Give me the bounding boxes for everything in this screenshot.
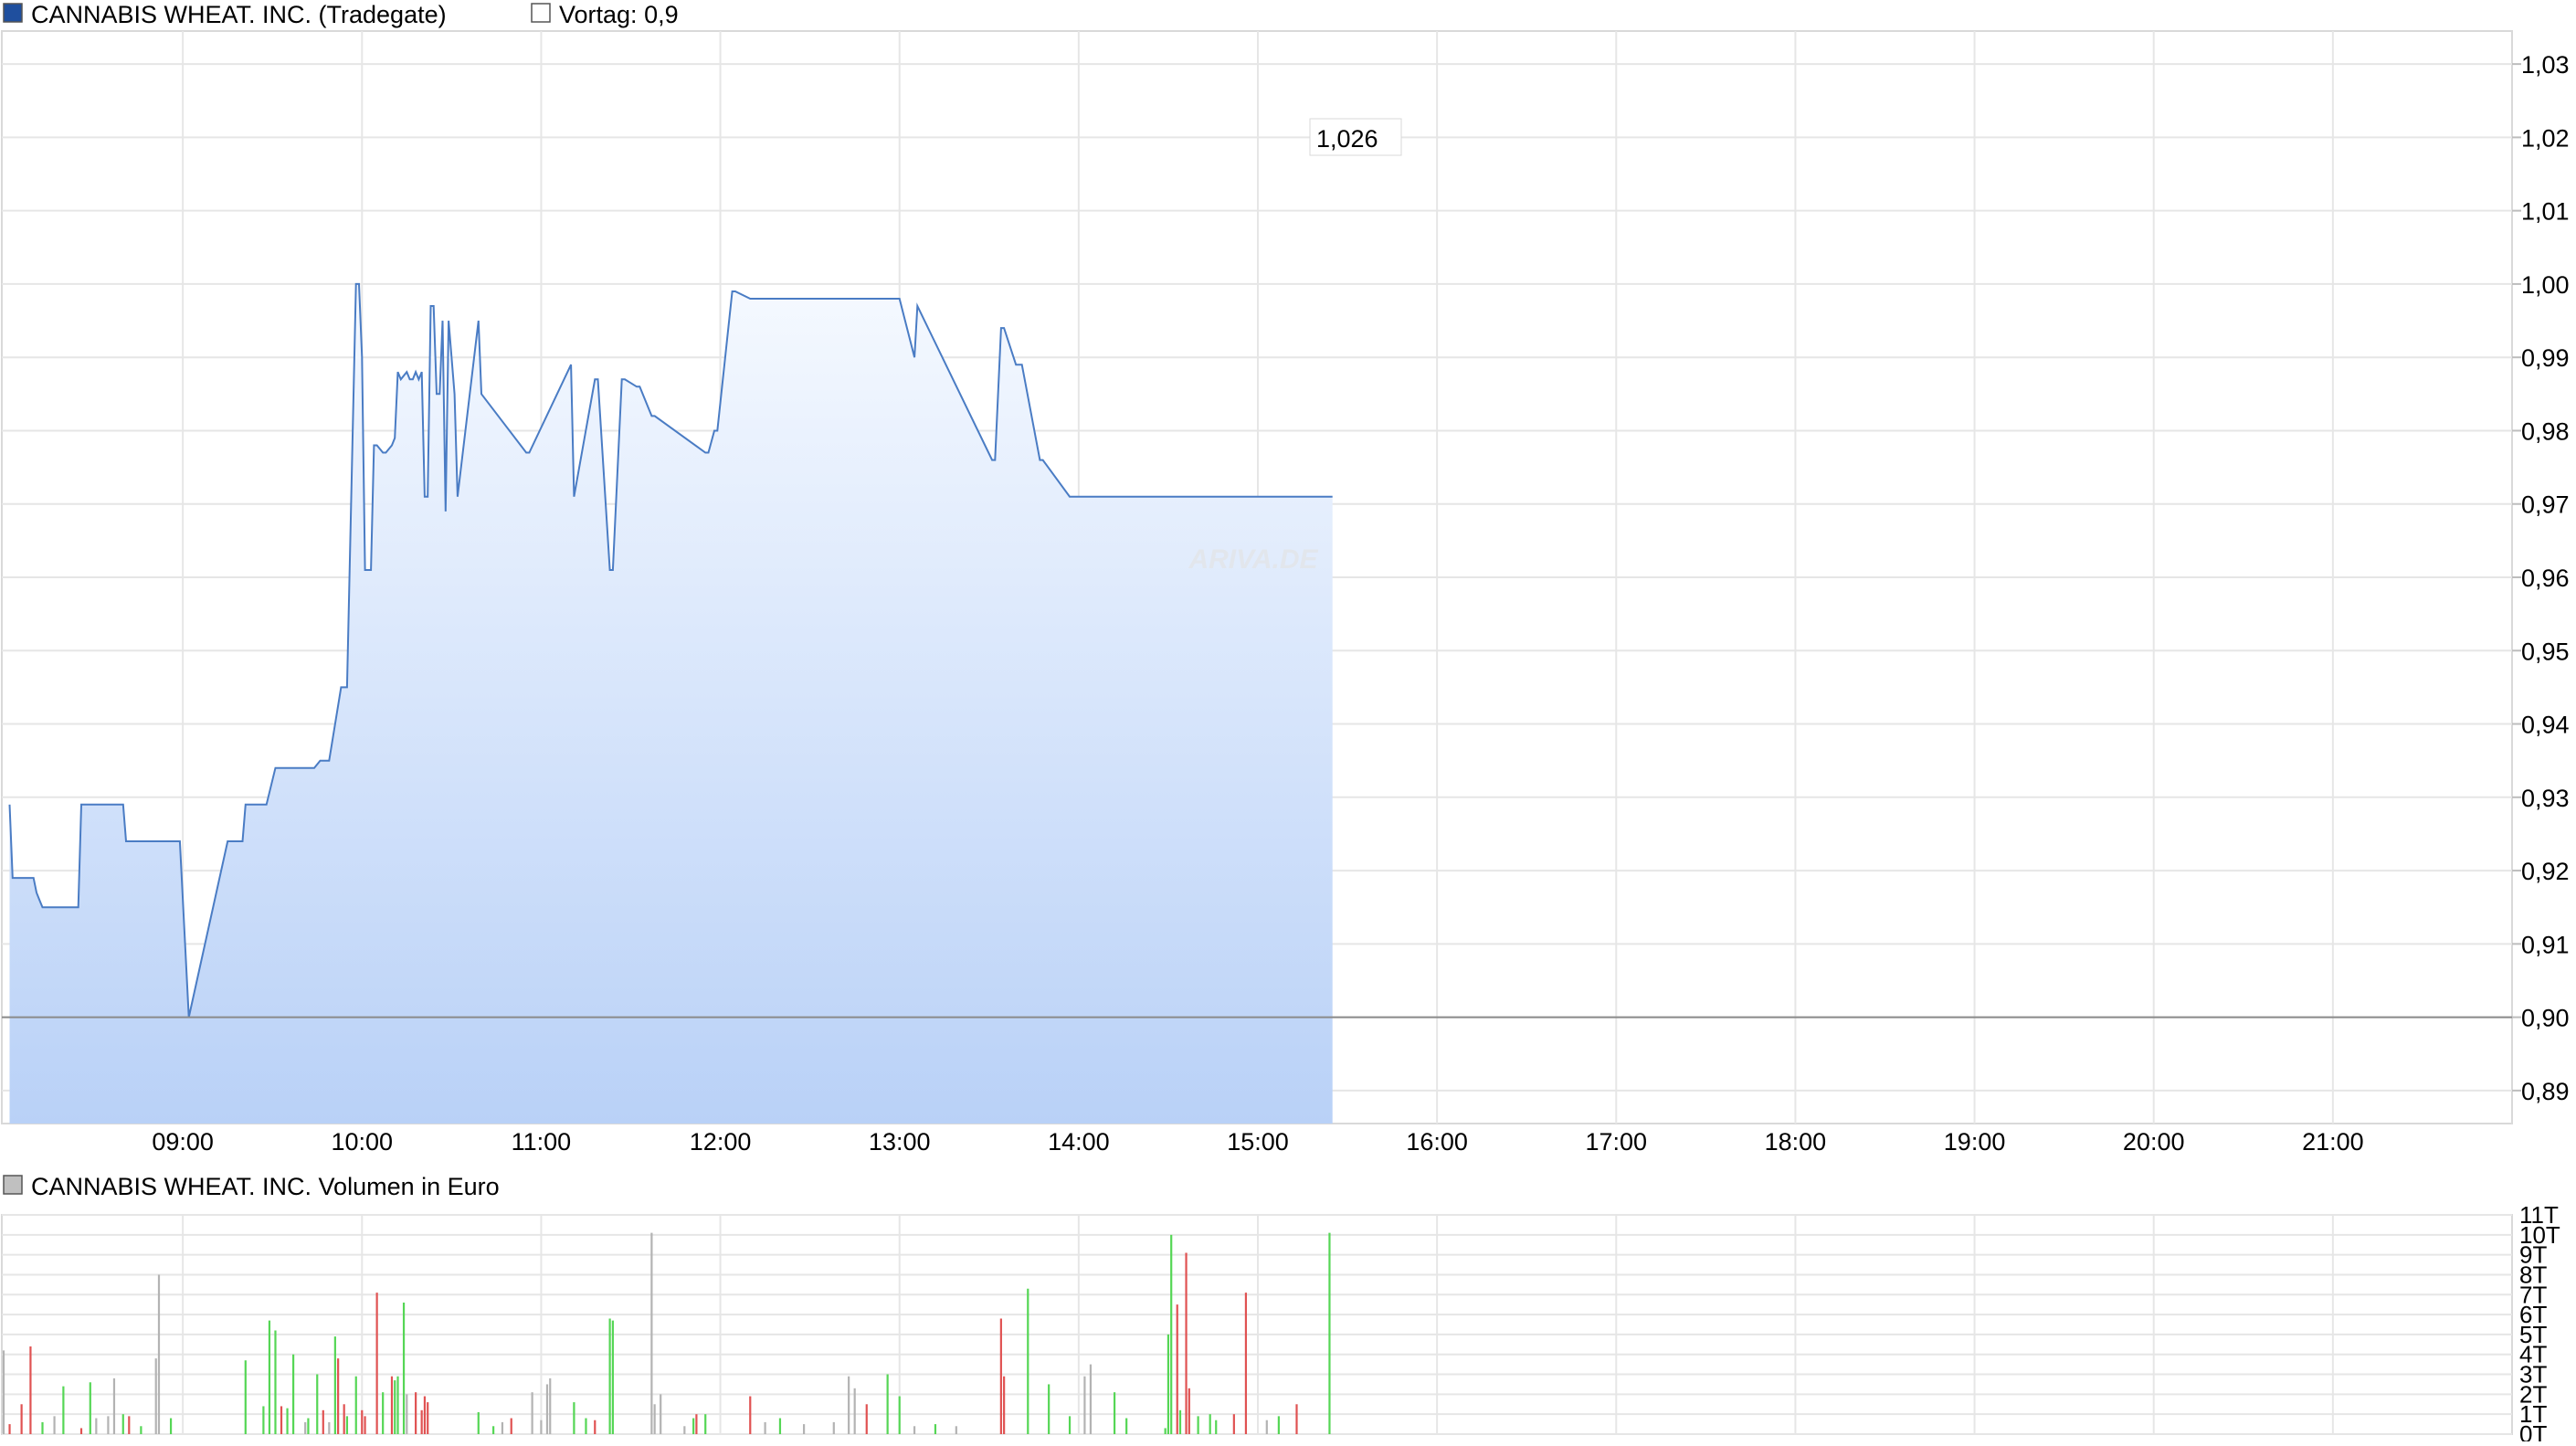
price-x-tick-label: 12:00 xyxy=(690,1128,752,1156)
legend-label: Vortag: 0,9 xyxy=(559,1,679,28)
volume-legend: CANNABIS WHEAT. INC. Volumen in Euro xyxy=(3,1173,500,1200)
watermark-text: ARIVA.DE xyxy=(1188,544,1318,575)
price-x-tick-label: 17:00 xyxy=(1585,1128,1647,1156)
price-x-tick-label: 14:00 xyxy=(1048,1128,1110,1156)
chart-root: ARIVA.DE 0,89 0,90 0,91 0,92 0,93 0,94 0,95 0,9… xyxy=(0,0,2576,1446)
price-y-tick-label: 0,90 xyxy=(2521,1005,2570,1032)
volume-y-tick-label: 11T xyxy=(2519,1201,2559,1229)
price-x-tick-label: 15:00 xyxy=(1227,1128,1289,1156)
price-x-tick-label: 10:00 xyxy=(331,1128,393,1156)
price-x-tick-label: 11:00 xyxy=(512,1128,572,1156)
price-y-tick-label: 0,91 xyxy=(2521,931,2570,958)
price-y-tick-label: 0,93 xyxy=(2521,785,2570,812)
price-x-tick-label: 20:00 xyxy=(2123,1128,2185,1156)
price-y-tick-label: 0,96 xyxy=(2521,565,2570,592)
price-x-tick-label: 09:00 xyxy=(152,1128,214,1156)
price-y-tick-label: 1,02 xyxy=(2521,124,2570,152)
volume-legend-swatch xyxy=(3,1175,23,1195)
last-value-label: 1,026 xyxy=(1316,125,1378,153)
volume-legend-label: CANNABIS WHEAT. INC. Volumen in Euro xyxy=(31,1173,500,1200)
legend-swatch xyxy=(531,3,551,23)
price-x-tick-label: 13:00 xyxy=(869,1128,931,1156)
price-y-tick-label: 0,89 xyxy=(2521,1078,2570,1105)
price-x-tick-label: 19:00 xyxy=(1944,1128,2006,1156)
legend-label: CANNABIS WHEAT. INC. (Tradegate) xyxy=(31,1,447,28)
last-value-label-group: 1,026 xyxy=(1309,118,1402,156)
price-y-tick-label: 0,98 xyxy=(2521,417,2570,445)
price-y-tick-label: 0,94 xyxy=(2521,712,2570,739)
legend-swatch xyxy=(3,3,23,23)
price-y-tick-label: 1,03 xyxy=(2521,51,2570,79)
price-y-tick-label: 0,92 xyxy=(2521,858,2570,885)
price-y-tick-label: 0,97 xyxy=(2521,491,2570,519)
price-x-tick-label: 21:00 xyxy=(2302,1128,2364,1156)
price-y-axis: 0,89 0,90 0,91 0,92 0,93 0,94 0,95 0,96 0,97 0,98… xyxy=(2512,51,2570,1105)
price-x-tick-label: 16:00 xyxy=(1406,1128,1468,1156)
watermark: ARIVA.DE xyxy=(1188,544,1318,575)
price-legend: CANNABIS WHEAT. INC. (Tradegate) Vortag: … xyxy=(3,1,679,28)
price-y-tick-label: 0,95 xyxy=(2521,638,2570,665)
price-y-tick-label: 1,01 xyxy=(2521,198,2570,226)
price-y-tick-label: 0,99 xyxy=(2521,344,2570,372)
price-x-tick-label: 18:00 xyxy=(1765,1128,1827,1156)
intraday-chart: ARIVA.DE 0,89 0,90 0,91 0,92 0,93 0,94 0,95 0,9… xyxy=(0,0,2576,1446)
price-y-tick-label: 1,00 xyxy=(2521,271,2570,299)
